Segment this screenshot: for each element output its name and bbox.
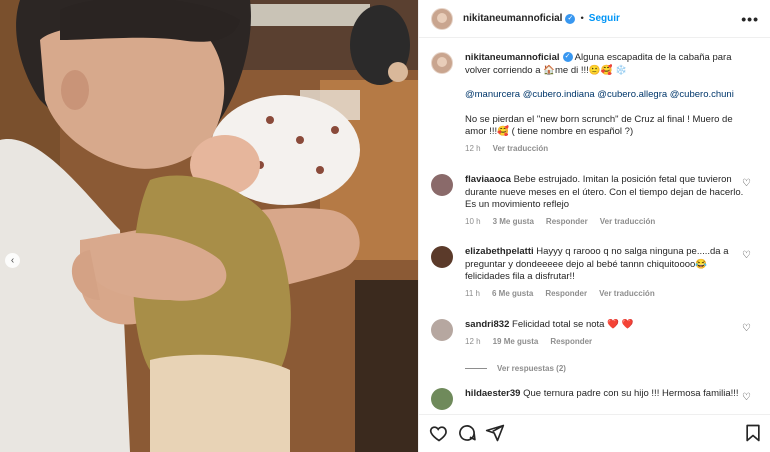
view-replies-button[interactable]: Ver respuestas (2) (465, 364, 566, 373)
caption-block: nikitaneumannoficial ✓ Alguna escapadita … (431, 52, 761, 153)
action-bar (419, 414, 770, 452)
heart-icon[interactable] (429, 423, 449, 443)
comment-body: Que ternura padre con su hijo !!! Hermos… (523, 388, 739, 399)
comment-item: hildaester39 Que ternura padre con su hi… (431, 388, 761, 410)
comment-time[interactable]: 11 h (465, 289, 480, 298)
comment-time[interactable]: 12 h (465, 337, 481, 346)
instagram-post-modal: ‹ nikitaneumannoficial ✓ • Seguir ••• ni… (0, 0, 770, 452)
view-replies-label[interactable]: Ver respuestas (2) (497, 364, 566, 373)
post-photo[interactable]: ‹ (0, 0, 418, 452)
separator: • (580, 13, 584, 24)
caption-mentions[interactable]: @manurcera @cubero.indiana @cubero.alleg… (465, 89, 751, 102)
chevron-left-icon[interactable]: ‹ (5, 253, 20, 268)
comment-username[interactable]: flaviaaoca (465, 174, 511, 185)
bookmark-icon[interactable] (743, 423, 763, 443)
heart-icon[interactable]: ♡ (742, 178, 751, 189)
caption-text2: No se pierdan el "new born scrunch" de C… (465, 113, 733, 138)
comment-username[interactable]: hildaester39 (465, 388, 520, 399)
translate-link[interactable]: Ver traducción (599, 289, 655, 298)
reply-button[interactable]: Responder (545, 289, 587, 298)
comments-scroll-area[interactable]: nikitaneumannoficial ✓ Alguna escapadita … (419, 38, 770, 414)
comment-text: sandri832 Felicidad total se nota ❤️ ❤️ (465, 319, 751, 332)
post-side-panel: nikitaneumannoficial ✓ • Seguir ••• niki… (418, 0, 770, 452)
comment-likes[interactable]: 3 Me gusta (493, 217, 534, 226)
comment-text: hildaester39 Que ternura padre con su hi… (465, 388, 751, 401)
heart-emoji-icon: ❤️ ❤️ (607, 319, 634, 330)
comment-item: flaviaaoca Bebe estrujado. Imitan la pos… (431, 174, 761, 226)
comment-username[interactable]: sandri832 (465, 319, 509, 330)
comment-meta: 12 h 19 Me gusta Responder (465, 337, 751, 346)
photo-illustration (0, 0, 418, 452)
comment-meta: 10 h 3 Me gusta Responder Ver traducción (465, 217, 751, 226)
comment-item: sandri832 Felicidad total se nota ❤️ ❤️ … (431, 319, 761, 346)
comment-meta: 11 h 6 Me gusta Responder Ver traducción (465, 289, 751, 298)
share-icon[interactable] (485, 423, 505, 443)
caption-text: nikitaneumannoficial ✓ Alguna escapadita … (465, 52, 751, 77)
avatar[interactable] (431, 388, 453, 410)
heart-icon[interactable]: ♡ (742, 323, 751, 334)
caption-meta: 12 h Ver traducción (465, 144, 751, 153)
comment-body: Felicidad total se nota (512, 319, 605, 330)
translate-link[interactable]: Ver traducción (600, 217, 656, 226)
comment-icon[interactable] (457, 423, 477, 443)
comment-text: elizabethpelatti Hayyy q rarooo q no sal… (465, 246, 751, 284)
more-options-icon[interactable]: ••• (741, 11, 759, 27)
reply-button[interactable]: Responder (550, 337, 592, 346)
caption-time[interactable]: 12 h (465, 144, 481, 153)
comment-likes[interactable]: 6 Me gusta (492, 289, 533, 298)
comment-item: elizabethpelatti Hayyy q rarooo q no sal… (431, 246, 761, 298)
heart-icon[interactable]: ♡ (742, 250, 751, 261)
comment-likes[interactable]: 19 Me gusta (493, 337, 539, 346)
verified-badge-icon: ✓ (562, 52, 573, 63)
comment-username[interactable]: elizabethpelatti (465, 246, 534, 257)
verified-badge-icon: ✓ (565, 13, 576, 24)
heart-icon[interactable]: ♡ (742, 392, 751, 403)
avatar[interactable] (431, 52, 453, 74)
avatar[interactable] (431, 174, 453, 196)
follow-button[interactable]: Seguir (589, 13, 620, 24)
divider (465, 368, 487, 369)
avatar[interactable] (431, 246, 453, 268)
avatar[interactable] (431, 319, 453, 341)
header-username[interactable]: nikitaneumannoficial (463, 13, 562, 24)
comment-text: flaviaaoca Bebe estrujado. Imitan la pos… (465, 174, 751, 212)
avatar[interactable] (431, 7, 453, 30)
translate-link[interactable]: Ver traducción (493, 144, 549, 153)
caption-username[interactable]: nikitaneumannoficial (465, 52, 560, 63)
comment-time[interactable]: 10 h (465, 217, 481, 226)
post-header: nikitaneumannoficial ✓ • Seguir ••• (419, 0, 770, 38)
reply-button[interactable]: Responder (546, 217, 588, 226)
